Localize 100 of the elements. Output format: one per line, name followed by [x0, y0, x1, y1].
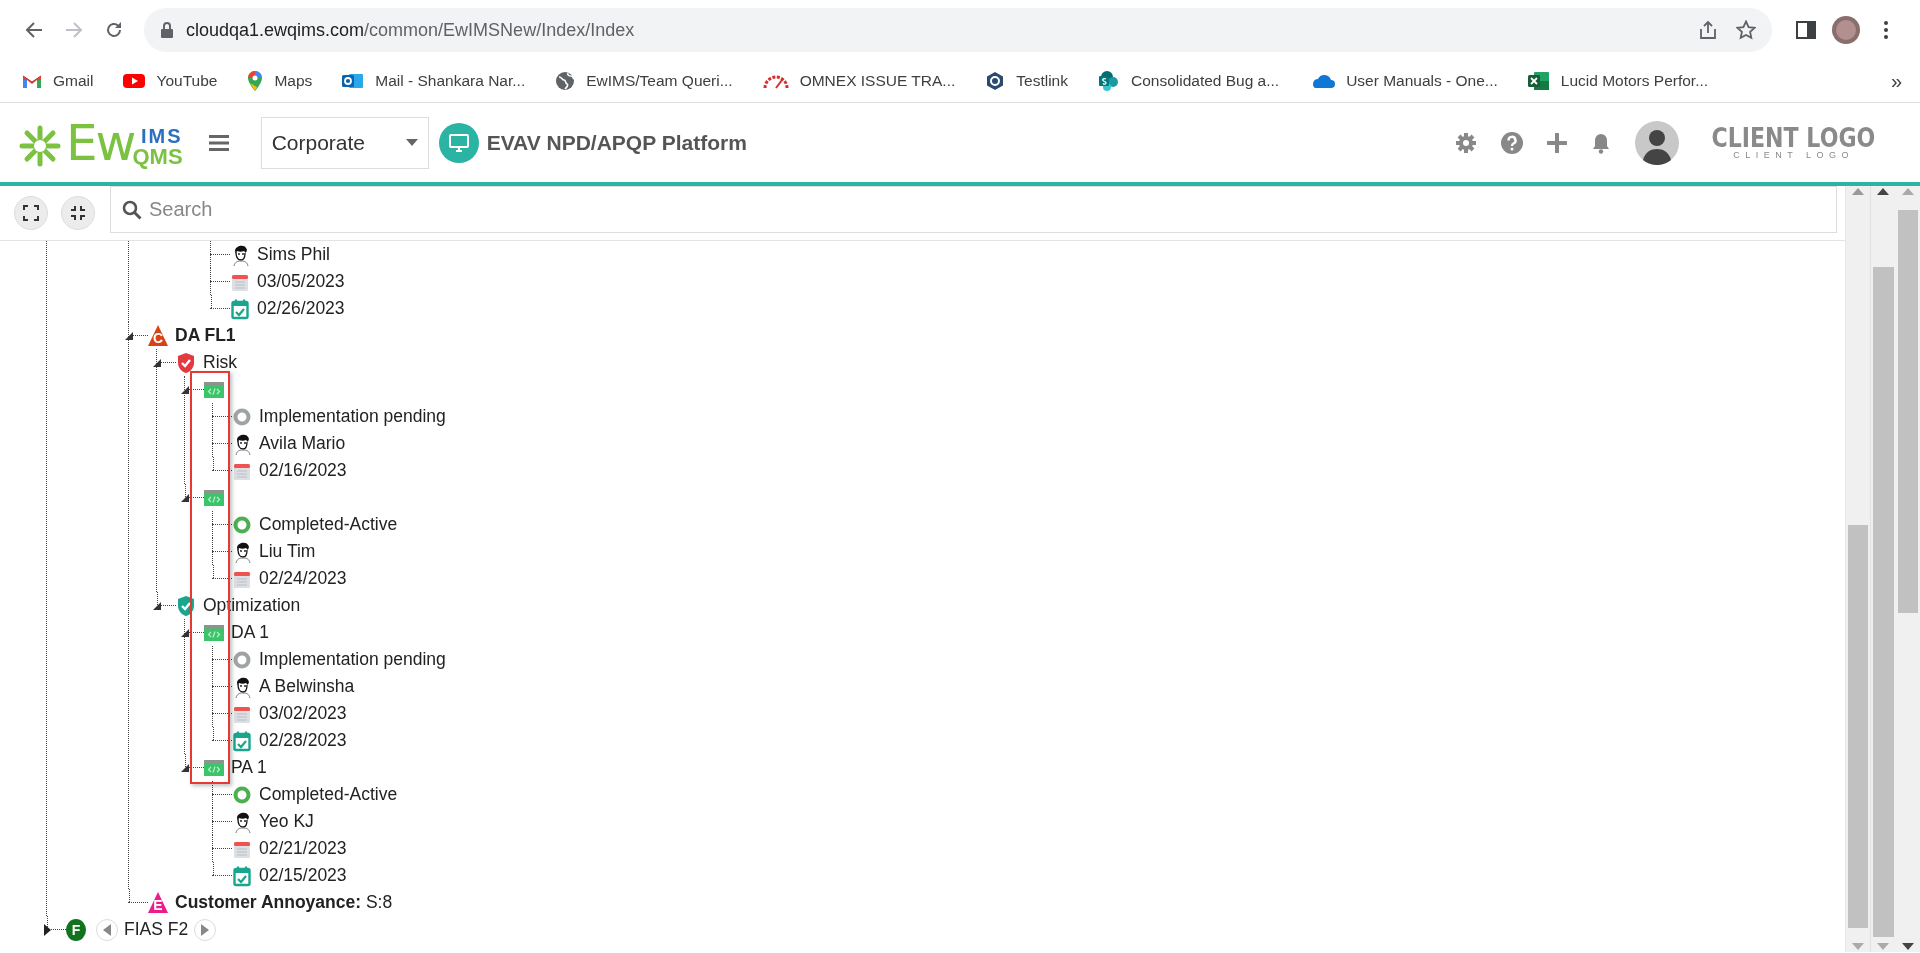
tree-node-label[interactable]: Sims Phil: [257, 244, 330, 265]
hexagon-icon: [985, 71, 1006, 91]
monitor-icon: [448, 133, 469, 152]
caret-icon[interactable]: [181, 628, 189, 637]
tree-node-label[interactable]: FIAS F2: [124, 919, 189, 940]
person-icon: [233, 810, 251, 833]
person-icon: [231, 243, 249, 266]
back-arrow-icon[interactable]: [25, 21, 43, 39]
search-icon: [122, 200, 142, 220]
plus-icon[interactable]: [1547, 132, 1568, 153]
bell-icon[interactable]: [1591, 131, 1612, 154]
kebab-menu-icon[interactable]: [1883, 20, 1889, 40]
reload-icon[interactable]: [105, 21, 123, 39]
bookmark-link[interactable]: Consolidated Bug a...: [1093, 67, 1284, 95]
client-logo-title: CLIENT LOGO: [1711, 124, 1876, 151]
caret-icon[interactable]: [43, 923, 51, 936]
caret-icon[interactable]: [153, 601, 161, 610]
code-window-icon: [204, 759, 224, 776]
mail-icon: [22, 73, 42, 89]
calendar-check-icon: [233, 864, 251, 887]
tree-node-label[interactable]: PA 1: [231, 757, 267, 778]
bookmark-link[interactable]: EwIMS/Team Queri...: [551, 68, 737, 94]
tree-node-label[interactable]: 03/02/2023: [259, 703, 347, 724]
code-window-icon: [204, 624, 224, 641]
play-icon: [123, 73, 146, 89]
calendar-check-icon: [231, 297, 249, 320]
triangle-badge: E: [148, 892, 168, 913]
logo-wordmark: Ew: [66, 117, 135, 168]
caret-icon: [405, 139, 418, 146]
lock-icon: [160, 21, 174, 39]
tree-node-label[interactable]: Risk: [203, 352, 238, 373]
circle-badge: F: [66, 918, 86, 941]
expand-all-button[interactable]: [14, 196, 48, 230]
burst-icon: [18, 123, 62, 168]
code-window-icon: [204, 489, 224, 506]
tree-node-label[interactable]: Completed-Active: [259, 514, 398, 535]
search-field[interactable]: Search: [110, 186, 1837, 233]
tree-node-label[interactable]: DA FL1: [175, 325, 236, 346]
site-dropdown[interactable]: Corporate: [260, 116, 429, 169]
bookmark-link[interactable]: Mail - Shankara Nar...: [338, 68, 530, 94]
tree-node-label[interactable]: 02/21/2023: [259, 838, 347, 859]
tree-node-label[interactable]: 03/05/2023: [257, 271, 345, 292]
client-logo-subtitle: CLIENT LOGO: [1733, 150, 1854, 161]
tree-node-label[interactable]: 02/15/2023: [259, 865, 347, 886]
side-panel-icon[interactable]: [1796, 21, 1816, 39]
tree-node-label[interactable]: Implementation pending: [259, 406, 446, 427]
share-icon[interactable]: [1698, 20, 1718, 40]
bookmark-link[interactable]: Testlink: [981, 68, 1072, 94]
bookmark-link[interactable]: Maps: [243, 67, 317, 95]
profile-avatar[interactable]: [1832, 16, 1860, 44]
collapse-all-button[interactable]: [61, 196, 95, 230]
caret-icon[interactable]: [181, 493, 189, 502]
left-triangle-icon: [103, 923, 111, 936]
fullscreen-icon: [23, 205, 39, 221]
tree-node-label[interactable]: Liu Tim: [259, 541, 316, 562]
scrollbar-thumb[interactable]: [1848, 525, 1869, 928]
globe-icon: [555, 71, 576, 91]
star-icon[interactable]: [1736, 20, 1756, 40]
envelope-icon: [342, 71, 365, 91]
calendar-check-icon: [233, 729, 251, 752]
caret-icon[interactable]: [181, 763, 189, 772]
logo-superscript: IMS: [141, 125, 183, 146]
caret-icon[interactable]: [153, 358, 161, 367]
tree-node-label[interactable]: DA 1: [231, 622, 269, 643]
scroll-down-icon[interactable]: [1901, 943, 1914, 950]
tree-node-label[interactable]: 02/16/2023: [259, 460, 347, 481]
spreadsheet-icon: [1527, 71, 1550, 91]
scrollbar-thumb[interactable]: [1873, 267, 1894, 937]
tree-node-label[interactable]: 02/28/2023: [259, 730, 347, 751]
settings-icon[interactable]: [1455, 131, 1478, 154]
triangle-badge: C: [148, 325, 168, 346]
scroll-up-icon[interactable]: [1877, 188, 1890, 195]
bookmark-link[interactable]: User Manuals - One...: [1305, 69, 1502, 93]
bookmark-link[interactable]: Gmail: [18, 69, 98, 93]
bookmark-link[interactable]: YouTube: [119, 69, 222, 93]
caret-icon[interactable]: [181, 385, 189, 394]
menu-icon[interactable]: [208, 134, 229, 151]
more-bookmarks-button[interactable]: »: [1890, 69, 1902, 93]
bookmark-link[interactable]: Lucid Motors Perfor...: [1523, 68, 1713, 94]
tree-node-label[interactable]: Customer Annoyance: S:8: [175, 892, 393, 913]
person-icon: [233, 432, 251, 455]
caret-icon[interactable]: [125, 331, 133, 340]
map-pin-icon: [247, 70, 264, 92]
scrollbar-thumb[interactable]: [1897, 210, 1918, 613]
platform-title: EVAV NPD/APQP Platform: [486, 130, 747, 155]
right-triangle-icon: [201, 923, 210, 936]
circles-icon: [1097, 70, 1120, 92]
bookmark-link[interactable]: OMNEX ISSUE TRA...: [758, 69, 960, 93]
person-icon: [233, 540, 251, 563]
tree-node-label[interactable]: 02/24/2023: [259, 568, 347, 589]
tree-node-label[interactable]: Avila Mario: [259, 433, 346, 454]
address-bar[interactable]: cloudqa1.ewqims.com/common/EwIMSNew/Index/Index: [144, 8, 1772, 52]
tree-node-label[interactable]: Implementation pending: [259, 649, 446, 670]
tree-node-label[interactable]: Yeo KJ: [259, 811, 314, 832]
user-avatar[interactable]: [1635, 120, 1680, 165]
tree-node-label[interactable]: Completed-Active: [259, 784, 398, 805]
help-icon[interactable]: [1501, 131, 1524, 154]
exit-fullscreen-icon: [70, 205, 86, 221]
tree-node-label[interactable]: 02/26/2023: [257, 298, 345, 319]
tree-node-label[interactable]: A Belwinsha: [259, 676, 355, 697]
